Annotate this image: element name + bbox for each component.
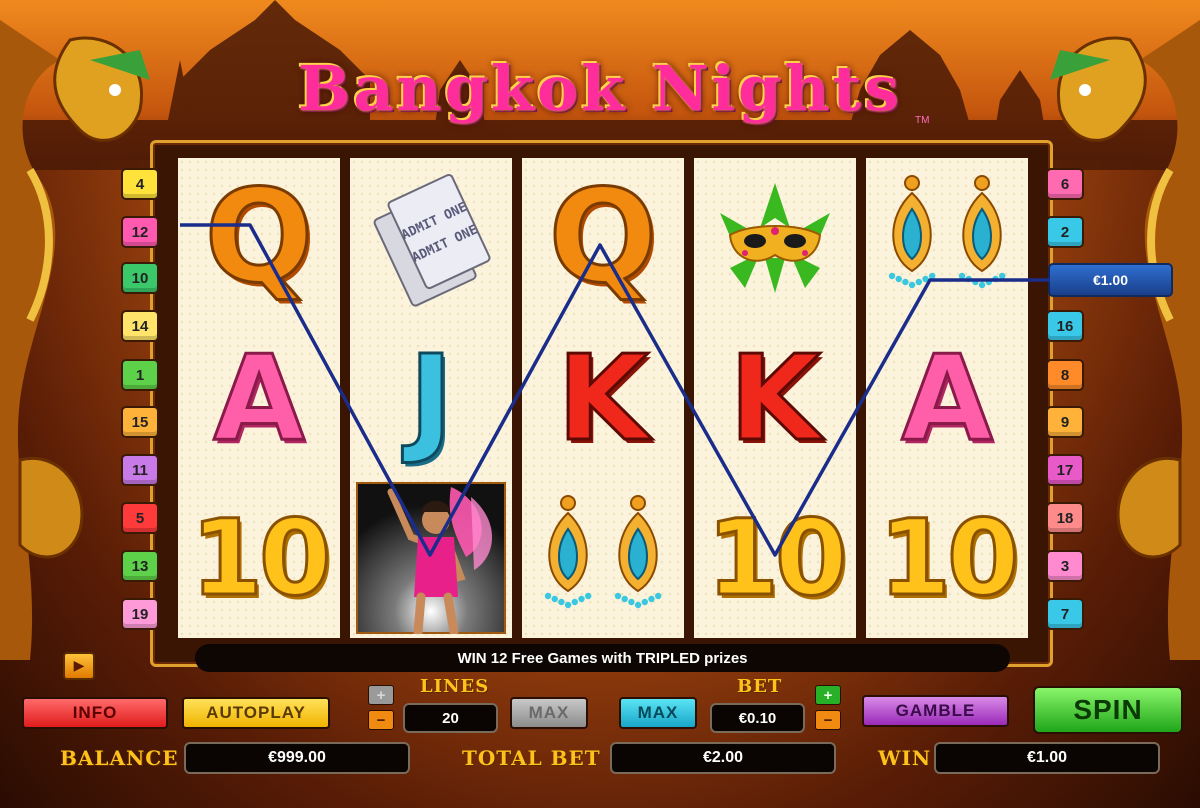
win-label: WIN (878, 746, 932, 770)
carnival-mask-symbol (694, 158, 856, 318)
trademark: TM (915, 115, 930, 126)
max-bet-button[interactable]: MAX (619, 697, 697, 729)
reel-3: QK (522, 158, 684, 638)
ten-symbol: 10 (866, 478, 1028, 638)
line-marker-12[interactable]: 12 (121, 216, 159, 248)
symbol-label: A (212, 329, 306, 467)
autoplay-button[interactable]: AUTOPLAY (182, 697, 330, 729)
line-marker-11[interactable]: 11 (121, 454, 159, 486)
line-marker-14[interactable]: 14 (121, 310, 159, 342)
line-marker-18[interactable]: 18 (1046, 502, 1084, 534)
line-marker-5[interactable]: 5 (121, 502, 159, 534)
balance-label: BALANCE (60, 746, 179, 770)
symbol-label: Q (547, 163, 659, 312)
game-title: Bangkok Nights (297, 51, 903, 125)
lines-value: 20 (403, 703, 498, 733)
bet-increase-button[interactable]: + (815, 685, 841, 705)
j-symbol: J (350, 318, 512, 478)
k-symbol: K (522, 318, 684, 478)
line-marker-15[interactable]: 15 (121, 406, 159, 438)
symbol-label: Q (203, 163, 315, 312)
earrings-symbol (866, 158, 1028, 318)
gamble-button[interactable]: GAMBLE (862, 695, 1009, 727)
k-symbol: K (694, 318, 856, 478)
ten-symbol: 10 (178, 478, 340, 638)
spin-button[interactable]: SPIN (1033, 686, 1183, 734)
bet-value: €0.10 (710, 703, 805, 733)
bet-decrease-button[interactable]: − (815, 710, 841, 730)
symbol-label: J (408, 329, 455, 467)
line-marker-8[interactable]: 8 (1046, 359, 1084, 391)
lines-increase-button[interactable]: + (368, 685, 394, 705)
symbol-label: 10 (877, 497, 1021, 619)
play-arrow-icon: ▶ (73, 658, 85, 674)
line-marker-3[interactable]: 3 (1046, 550, 1084, 582)
lines-decrease-button[interactable]: − (368, 710, 394, 730)
reel-1: Q A 10 (178, 158, 340, 638)
earrings-symbol (522, 478, 684, 638)
a-symbol: A (866, 318, 1028, 478)
game-logo: Bangkok Nights (270, 48, 930, 128)
info-button[interactable]: INFO (22, 697, 168, 729)
symbol-label: K (728, 329, 822, 467)
q-symbol: Q (178, 158, 340, 318)
admit-one-tickets-symbol: ADMIT ONE ADMIT ONE (350, 158, 512, 318)
reel-2: ADMIT ONE ADMIT ONE J (350, 158, 512, 638)
symbol-label: 10 (705, 497, 849, 619)
total-bet-label: TOTAL BET (462, 746, 601, 770)
expand-arrow-button[interactable]: ▶ (63, 652, 95, 680)
bet-label: BET (737, 676, 783, 697)
line-marker-19[interactable]: 19 (121, 598, 159, 630)
reel-5: A 10 (866, 158, 1028, 638)
balance-value: €999.00 (184, 742, 410, 774)
symbol-label: A (900, 329, 994, 467)
line-marker-2[interactable]: 2 (1046, 216, 1084, 248)
message-bar: WIN 12 Free Games with TRIPLED prizes (195, 644, 1010, 672)
symbol-label: 10 (189, 497, 333, 619)
line-marker-17[interactable]: 17 (1046, 454, 1084, 486)
line-win-amount-badge: €1.00 (1048, 263, 1173, 297)
ten-symbol: 10 (694, 478, 856, 638)
line-marker-4[interactable]: 4 (121, 168, 159, 200)
win-value: €1.00 (934, 742, 1160, 774)
max-lines-button[interactable]: MAX (510, 697, 588, 729)
symbol-label: K (556, 329, 650, 467)
line-marker-6[interactable]: 6 (1046, 168, 1084, 200)
reel-4: K 10 (694, 158, 856, 638)
line-marker-16[interactable]: 16 (1046, 310, 1084, 342)
a-symbol: A (178, 318, 340, 478)
lines-label: LINES (420, 676, 490, 697)
line-marker-7[interactable]: 7 (1046, 598, 1084, 630)
line-marker-1[interactable]: 1 (121, 359, 159, 391)
dancer-symbol (350, 478, 512, 638)
line-marker-9[interactable]: 9 (1046, 406, 1084, 438)
q-symbol: Q (522, 158, 684, 318)
line-marker-10[interactable]: 10 (121, 262, 159, 294)
total-bet-value: €2.00 (610, 742, 836, 774)
line-marker-13[interactable]: 13 (121, 550, 159, 582)
